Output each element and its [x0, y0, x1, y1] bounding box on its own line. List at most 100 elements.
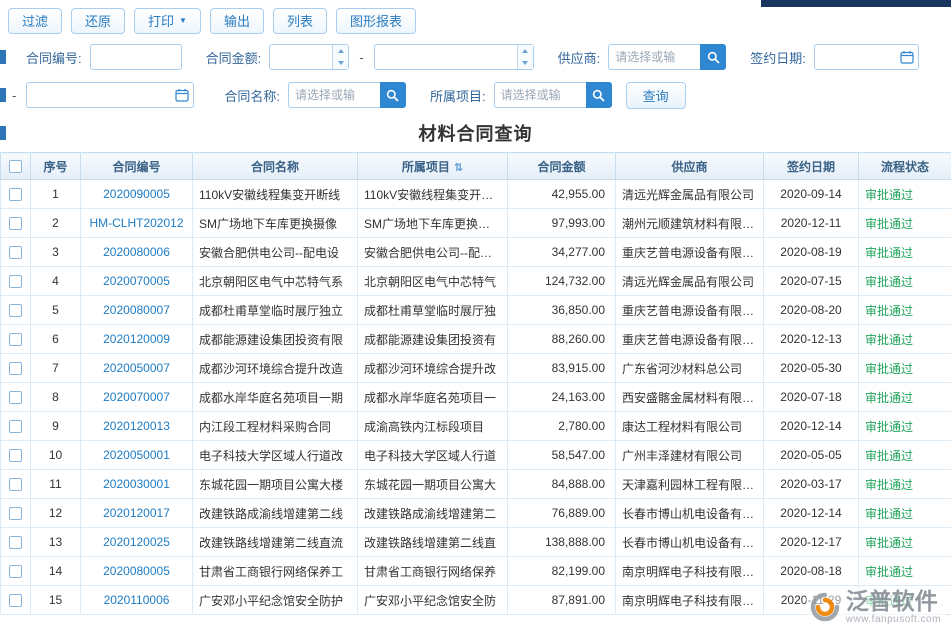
row-checkbox[interactable]	[9, 507, 22, 520]
amount-max-input[interactable]	[374, 44, 534, 70]
calendar-icon[interactable]	[175, 88, 189, 102]
contract-code-link[interactable]: 2020120017	[103, 506, 170, 520]
page-title: 材料合同查询	[419, 120, 533, 146]
project-search-button[interactable]	[586, 82, 612, 108]
contract-code-link[interactable]: 2020120013	[103, 419, 170, 433]
col-amount[interactable]: 合同金额	[508, 153, 616, 180]
supplier-cell: 南京明辉电子科技有限公司	[616, 586, 764, 615]
panel-edge-marker	[0, 126, 6, 140]
row-checkbox[interactable]	[9, 594, 22, 607]
contract-code-link[interactable]: 2020080006	[103, 245, 170, 259]
row-checkbox[interactable]	[9, 565, 22, 578]
status-cell: 审批通过	[859, 470, 951, 499]
graph-report-button[interactable]: 图形报表	[336, 8, 416, 34]
spinner-up-icon[interactable]	[518, 45, 533, 57]
row-checkbox[interactable]	[9, 391, 22, 404]
supplier-cell: 潮州元顺建筑材料有限公司	[616, 209, 764, 238]
row-checkbox[interactable]	[9, 188, 22, 201]
contract-code-link[interactable]: 2020080007	[103, 303, 170, 317]
row-checkbox[interactable]	[9, 362, 22, 375]
row-checkbox[interactable]	[9, 304, 22, 317]
contract-name-search-input[interactable]	[288, 82, 380, 108]
col-project[interactable]: 所属项目 ⇅	[358, 153, 508, 180]
amount-cell: 58,547.00	[508, 441, 616, 470]
status-cell: 审批通过	[859, 296, 951, 325]
row-checkbox[interactable]	[9, 217, 22, 230]
status-cell: 审批通过	[859, 412, 951, 441]
supplier-label: 供应商:	[558, 48, 601, 67]
contract-name-cell: 东城花园一期项目公寓大楼	[193, 470, 358, 499]
contract-code-link[interactable]: 2020090005	[103, 187, 170, 201]
contract-code-link[interactable]: 2020120009	[103, 332, 170, 346]
spinner-down-icon[interactable]	[333, 57, 348, 69]
status-cell: 审批通过	[859, 499, 951, 528]
row-checkbox[interactable]	[9, 275, 22, 288]
col-status[interactable]: 流程状态	[859, 153, 951, 180]
export-button[interactable]: 输出	[210, 8, 264, 34]
contract-code-link[interactable]: 2020080005	[103, 564, 170, 578]
date-cell: 2020-08-18	[764, 557, 859, 586]
row-checkbox[interactable]	[9, 333, 22, 346]
reset-button[interactable]: 还原	[71, 8, 125, 34]
filter-button[interactable]: 过滤	[8, 8, 62, 34]
supplier-search-button[interactable]	[700, 44, 726, 70]
contract-name-search-button[interactable]	[380, 82, 406, 108]
serial-cell: 3	[31, 238, 81, 267]
sort-icon[interactable]: ⇅	[454, 162, 463, 174]
contract-name-cell: 内江段工程材料采购合同	[193, 412, 358, 441]
contract-code-link[interactable]: 2020030001	[103, 477, 170, 491]
contract-name-cell: 成都水岸华庭名苑项目一期	[193, 383, 358, 412]
calendar-icon[interactable]	[900, 50, 914, 64]
project-cell: 成都能源建设集团投资有	[358, 325, 508, 354]
project-cell: 安徽合肥供电公司--配电设	[358, 238, 508, 267]
row-checkbox[interactable]	[9, 536, 22, 549]
col-project-label: 所属项目	[402, 160, 450, 174]
row-checkbox[interactable]	[9, 478, 22, 491]
table-row: 8 2020070007 成都水岸华庭名苑项目一期 成都水岸华庭名苑项目一 24…	[1, 383, 951, 412]
query-button[interactable]: 查询	[626, 82, 686, 109]
amount-min-stepper	[269, 44, 349, 70]
serial-cell: 13	[31, 528, 81, 557]
contract-code-link[interactable]: 2020120025	[103, 535, 170, 549]
contract-code-link[interactable]: 2020050001	[103, 448, 170, 462]
serial-cell: 11	[31, 470, 81, 499]
contract-code-link[interactable]: HM-CLHT202012	[89, 216, 183, 230]
spinner-up-icon[interactable]	[333, 45, 348, 57]
project-cell: 电子科技大学区域人行道	[358, 441, 508, 470]
table-row: 12 2020120017 改建铁路成渝线增建第二线 改建铁路成渝线增建第二 7…	[1, 499, 951, 528]
col-contract-name[interactable]: 合同名称	[193, 153, 358, 180]
contract-code-cell: 2020120017	[81, 499, 193, 528]
amount-cell: 87,891.00	[508, 586, 616, 615]
status-badge: 审批通过	[865, 391, 913, 405]
contract-name-cell: 北京朝阳区电气中芯特气系	[193, 267, 358, 296]
project-search-input[interactable]	[494, 82, 586, 108]
print-button[interactable]: 打印 ▼	[134, 8, 201, 34]
col-contract-code[interactable]: 合同编号	[81, 153, 193, 180]
amount-cell: 82,199.00	[508, 557, 616, 586]
table-row: 4 2020070005 北京朝阳区电气中芯特气系 北京朝阳区电气中芯特气 12…	[1, 267, 951, 296]
status-cell: 审批通过	[859, 441, 951, 470]
project-cell: 改建铁路成渝线增建第二	[358, 499, 508, 528]
contract-no-input[interactable]	[90, 44, 182, 70]
serial-cell: 7	[31, 354, 81, 383]
col-supplier[interactable]: 供应商	[616, 153, 764, 180]
list-view-button[interactable]: 列表	[273, 8, 327, 34]
amount-cell: 84,888.00	[508, 470, 616, 499]
row-checkbox[interactable]	[9, 420, 22, 433]
contract-code-link[interactable]: 2020070005	[103, 274, 170, 288]
col-serial[interactable]: 序号	[31, 153, 81, 180]
select-all-checkbox[interactable]	[9, 160, 22, 173]
row-checkbox[interactable]	[9, 449, 22, 462]
contract-code-link[interactable]: 2020110006	[104, 593, 170, 607]
contract-name-cell: 电子科技大学区域人行道改	[193, 441, 358, 470]
row-checkbox[interactable]	[9, 246, 22, 259]
sign-date-to-input[interactable]	[26, 82, 194, 108]
contract-code-link[interactable]: 2020070007	[103, 390, 170, 404]
contract-code-link[interactable]: 2020050007	[103, 361, 170, 375]
col-sign-date[interactable]: 签约日期	[764, 153, 859, 180]
date-cell: 2020-08-20	[764, 296, 859, 325]
row-checkbox-cell	[1, 325, 31, 354]
spinner-down-icon[interactable]	[518, 57, 533, 69]
project-label: 所属项目:	[430, 86, 486, 105]
supplier-search-input[interactable]	[608, 44, 700, 70]
